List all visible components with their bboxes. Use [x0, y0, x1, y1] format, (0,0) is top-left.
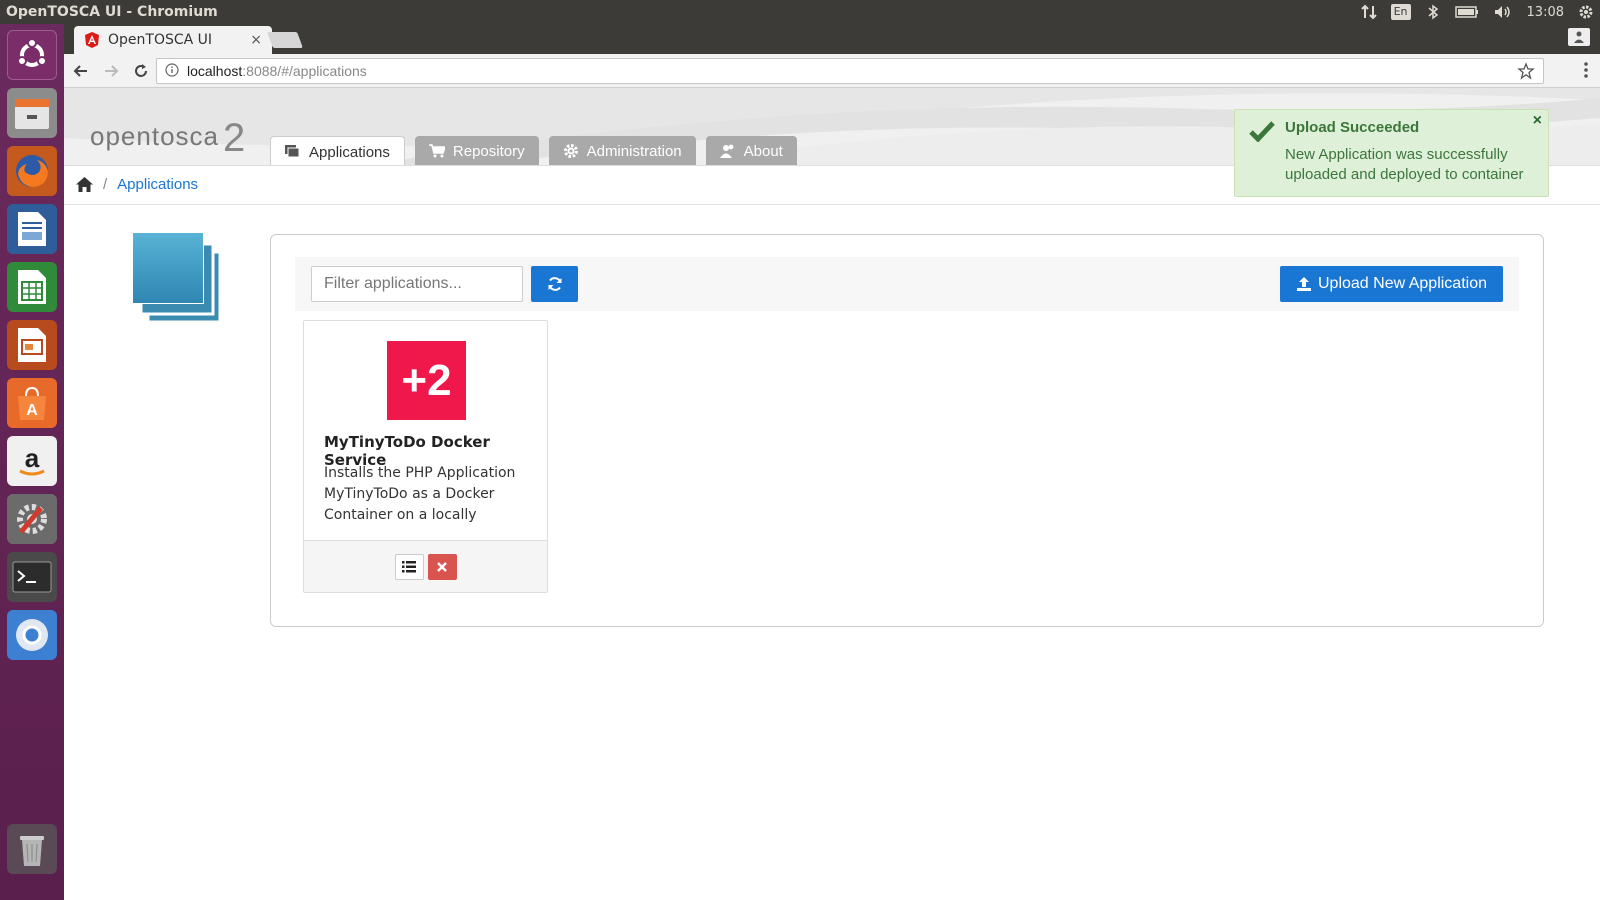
tab-about[interactable]: About — [705, 136, 797, 165]
tab-label: About — [743, 142, 783, 160]
keyboard-layout-indicator[interactable]: En — [1390, 4, 1411, 20]
angular-icon — [85, 32, 99, 48]
delete-button[interactable] — [427, 553, 457, 580]
tab-close-icon[interactable]: × — [250, 32, 262, 48]
applications-icon — [285, 145, 300, 158]
logo-version: 2 — [222, 116, 246, 160]
address-bar[interactable]: localhost:8088/#/applications — [156, 58, 1544, 84]
ubuntu-dash-icon[interactable] — [7, 30, 57, 80]
tab-administration[interactable]: Administration — [548, 136, 696, 165]
clock[interactable]: 13:08 — [1527, 5, 1564, 20]
breadcrumb-applications[interactable]: Applications — [117, 176, 198, 193]
bookmark-star-icon[interactable] — [1517, 62, 1535, 83]
application-card[interactable]: +2 MyTinyToDo Docker Service Installs th… — [303, 320, 548, 593]
svg-text:a: a — [25, 443, 40, 473]
upload-new-application-button[interactable]: Upload New Application — [1280, 266, 1503, 302]
breadcrumb-separator: / — [103, 176, 108, 193]
page-content: opentosca 2 Applications Repository Admin… — [64, 88, 1600, 900]
application-card-actions — [304, 540, 547, 592]
refresh-button[interactable] — [531, 266, 578, 302]
cart-icon — [428, 144, 445, 158]
chromium-icon[interactable] — [7, 610, 57, 660]
toast-title: Upload Succeeded — [1285, 119, 1420, 136]
window-title: OpenTOSCA UI - Chromium — [6, 4, 218, 20]
browser-tab[interactable]: OpenTOSCA UI × — [74, 26, 272, 54]
bluetooth-icon[interactable] — [1425, 4, 1441, 20]
toast-close-icon[interactable]: × — [1533, 112, 1542, 130]
gear-icon — [563, 144, 578, 158]
application-logo: +2 — [387, 341, 466, 420]
tab-label: Applications — [309, 143, 390, 161]
libreoffice-calc-icon[interactable] — [7, 262, 57, 312]
new-tab-button[interactable] — [267, 32, 303, 48]
upload-success-toast[interactable]: Upload Succeeded New Application was suc… — [1234, 109, 1549, 197]
breadcrumb: / Applications — [76, 176, 198, 193]
tab-label: Repository — [452, 142, 525, 160]
amazon-icon[interactable]: a — [7, 436, 57, 486]
volume-icon[interactable] — [1493, 4, 1513, 20]
browser-menu-icon[interactable] — [1584, 62, 1588, 82]
ubuntu-software-icon[interactable]: A — [7, 378, 57, 428]
browser-tabstrip: OpenTOSCA UI × — [64, 24, 1600, 54]
reload-button[interactable] — [128, 58, 154, 84]
battery-icon[interactable] — [1454, 4, 1479, 20]
info-icon[interactable] — [165, 62, 179, 80]
details-button[interactable] — [394, 553, 424, 580]
terminal-icon[interactable] — [7, 552, 57, 602]
browser-toolbar: localhost:8088/#/applications — [64, 54, 1600, 88]
users-icon — [719, 144, 734, 158]
filter-input[interactable] — [311, 266, 523, 302]
close-icon — [437, 561, 447, 572]
libreoffice-writer-icon[interactable] — [7, 204, 57, 254]
firefox-icon[interactable] — [7, 146, 57, 196]
url-host: localhost — [187, 63, 243, 79]
logo-text: opentosca — [90, 121, 219, 151]
back-button[interactable] — [68, 58, 94, 84]
system-settings-icon[interactable] — [7, 494, 57, 544]
tab-applications[interactable]: Applications — [270, 136, 405, 165]
applications-toolbar: Upload New Application — [295, 257, 1519, 311]
main-nav: Applications Repository Administration A… — [270, 136, 797, 165]
list-icon — [402, 560, 416, 572]
divider — [64, 204, 1600, 205]
refresh-icon — [548, 277, 561, 291]
upload-label: Upload New Application — [1318, 275, 1487, 292]
libreoffice-impress-icon[interactable] — [7, 320, 57, 370]
files-icon[interactable] — [7, 88, 57, 138]
tab-repository[interactable]: Repository — [414, 136, 539, 165]
trash-icon[interactable] — [7, 824, 57, 874]
forward-button[interactable] — [98, 58, 124, 84]
unity-launcher: A a — [0, 24, 64, 900]
tab-label: Administration — [586, 142, 682, 160]
network-icon[interactable] — [1360, 4, 1377, 20]
system-tray: En 13:08 — [1360, 4, 1594, 20]
svg-text:A: A — [26, 402, 38, 419]
profile-icon[interactable] — [1568, 28, 1590, 46]
upload-icon — [1297, 277, 1311, 291]
url-path: :8088/#/applications — [242, 63, 367, 79]
applications-panel: Upload New Application +2 MyTinyToDo Doc… — [270, 234, 1544, 627]
os-top-panel: OpenTOSCA UI - Chromium En 13:08 — [0, 0, 1600, 24]
home-icon[interactable] — [76, 177, 93, 192]
system-gear-icon[interactable] — [1578, 4, 1594, 20]
browser-tab-title: OpenTOSCA UI — [108, 32, 213, 48]
opentosca-logo[interactable]: opentosca 2 — [90, 110, 245, 160]
toast-message: New Application was successfully uploade… — [1285, 146, 1524, 183]
applications-stack-icon — [132, 232, 222, 324]
checkmark-icon — [1249, 121, 1275, 142]
application-description: Installs the PHP Application MyTinyToDo … — [324, 465, 516, 523]
